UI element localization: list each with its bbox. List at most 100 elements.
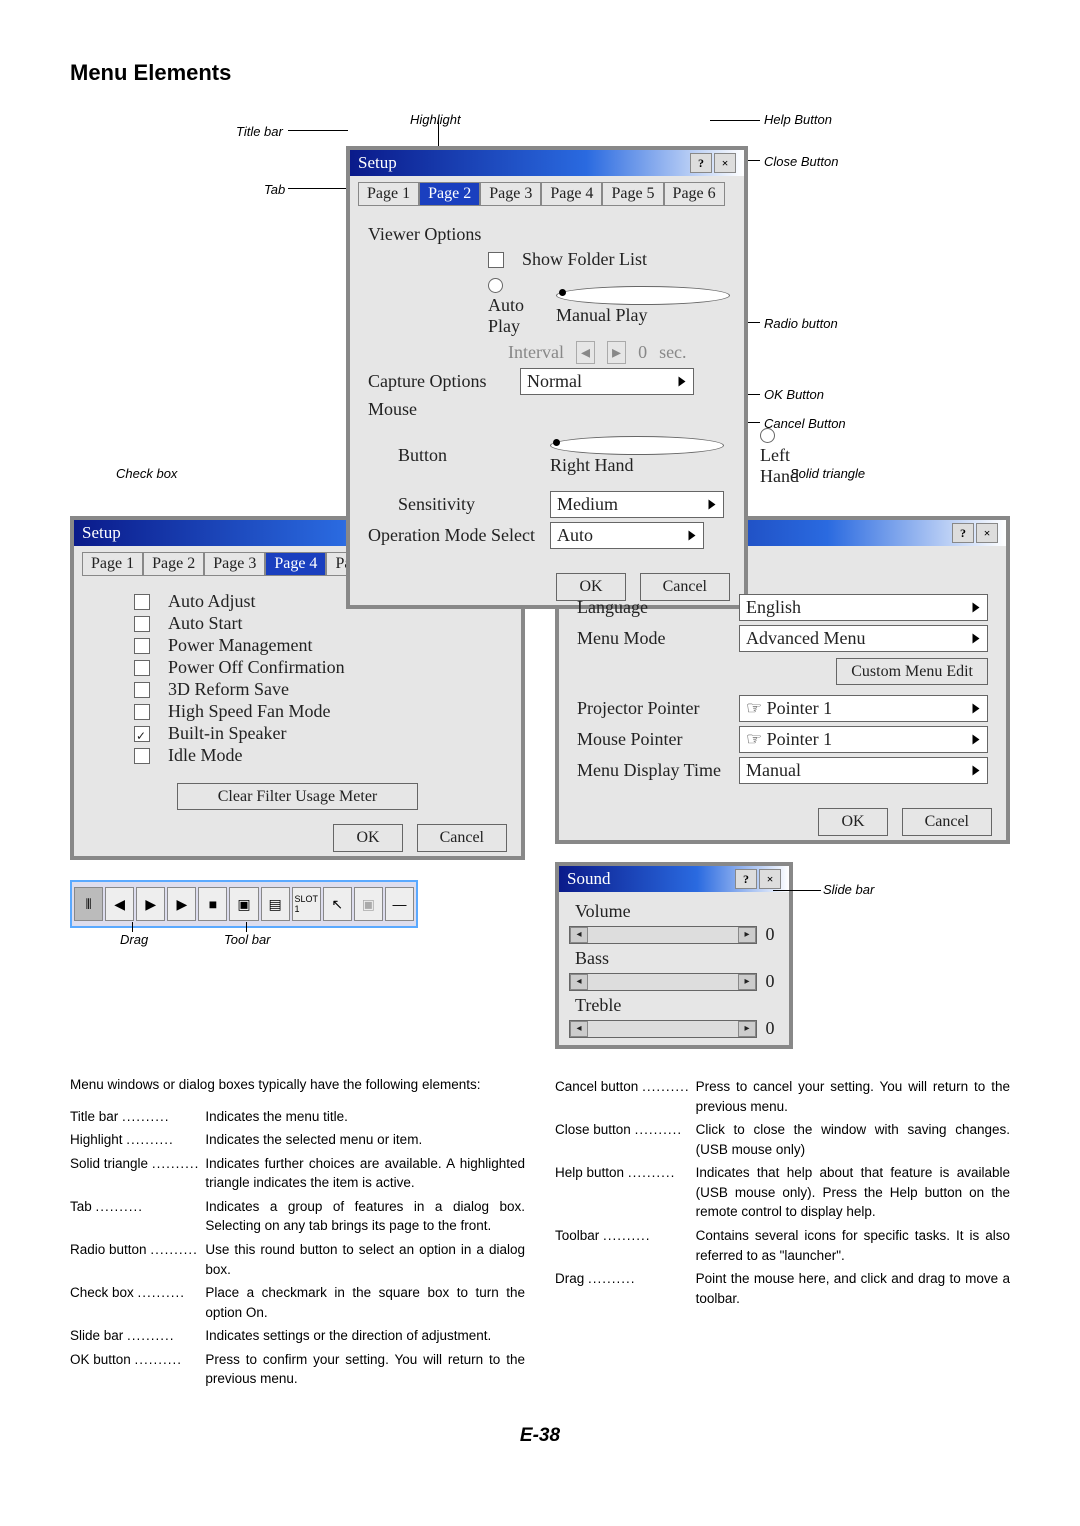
title-bar[interactable]: Setup ? × (350, 150, 744, 176)
slider-label: Bass (575, 948, 779, 969)
custom-menu-edit-button[interactable]: Custom Menu Edit (836, 658, 988, 685)
checkbox[interactable] (134, 616, 150, 632)
show-folder-label: Show Folder List (522, 249, 647, 270)
tab-page2[interactable]: Page 2 (143, 552, 204, 576)
play-icon[interactable]: ▶ (136, 887, 165, 921)
interval-label: Interval (508, 342, 564, 363)
def-term: Radio button .......... (70, 1238, 205, 1281)
close-icon[interactable]: × (714, 153, 736, 173)
slot-icon[interactable]: SLOT1 (292, 887, 321, 921)
arrow-left-icon[interactable]: ◂ (570, 974, 588, 990)
select[interactable]: English (739, 594, 988, 621)
tab-page1[interactable]: Page 1 (358, 182, 419, 206)
show-folder-checkbox[interactable] (488, 252, 504, 268)
windows-icon[interactable]: ▤ (261, 887, 290, 921)
arrow-right-icon[interactable]: ▸ (738, 974, 756, 990)
field-label: Menu Mode (577, 628, 727, 649)
page-title: Menu Elements (70, 60, 1010, 86)
opmode-select[interactable]: Auto (550, 522, 704, 549)
clear-filter-button[interactable]: Clear Filter Usage Meter (177, 783, 419, 810)
checkbox[interactable] (134, 682, 150, 698)
ok-button[interactable]: OK (333, 824, 402, 852)
tab-page3[interactable]: Page 3 (204, 552, 265, 576)
help-icon[interactable]: ? (952, 523, 974, 543)
select[interactable]: ☞ Pointer 1 (739, 726, 988, 753)
checkbox[interactable] (134, 638, 150, 654)
checkbox[interactable] (134, 660, 150, 676)
tab-page3[interactable]: Page 3 (480, 182, 541, 206)
play2-icon[interactable]: ▶ (167, 887, 196, 921)
checkbox-label: Idle Mode (168, 745, 242, 766)
auto-play-radio[interactable] (488, 278, 503, 293)
help-icon[interactable]: ? (690, 153, 712, 173)
ok-button[interactable]: OK (818, 808, 887, 836)
arrow-left-icon[interactable]: ◂ (570, 927, 588, 943)
select-value: ☞ Pointer 1 (746, 698, 832, 719)
manual-play-radio[interactable] (556, 286, 730, 305)
select-value: Advanced Menu (746, 628, 865, 649)
sensitivity-select[interactable]: Medium (550, 491, 724, 518)
label-highlight: Highlight (410, 112, 461, 127)
tab-page6[interactable]: Page 6 (664, 182, 725, 206)
select[interactable]: Manual (739, 757, 988, 784)
page-number: E-38 (70, 1425, 1010, 1447)
capture-select[interactable]: Normal (520, 368, 694, 395)
slider-label: Treble (575, 995, 779, 1016)
sensitivity-label: Sensitivity (368, 494, 538, 515)
left-hand-radio[interactable] (760, 428, 775, 443)
checkbox[interactable] (134, 704, 150, 720)
checkbox[interactable] (134, 594, 150, 610)
def-term: Drag .......... (555, 1267, 696, 1310)
drag-handle-icon[interactable]: ⦀ (74, 887, 103, 921)
close-icon[interactable]: × (976, 523, 998, 543)
cancel-button[interactable]: Cancel (902, 808, 992, 836)
arrow-left-icon[interactable]: ◂ (570, 1021, 588, 1037)
cancel-button[interactable]: Cancel (417, 824, 507, 852)
select[interactable]: ☞ Pointer 1 (739, 695, 988, 722)
chevron-right-icon (973, 704, 980, 714)
viewer-options-label: Viewer Options (368, 224, 508, 245)
slide-bar[interactable]: ◂▸ (569, 973, 757, 991)
interval-value: 0 (638, 342, 647, 363)
title-bar[interactable]: Sound ?× (559, 866, 789, 892)
field-label: Menu Display Time (577, 760, 727, 781)
select[interactable]: Advanced Menu (739, 625, 988, 652)
help-icon[interactable]: ? (735, 869, 757, 889)
label-help: Help Button (764, 112, 832, 127)
pointer-icon[interactable]: ↖ (323, 887, 352, 921)
def-term: Help button .......... (555, 1161, 696, 1224)
prev-icon[interactable]: ◀ (105, 887, 134, 921)
select-value: Manual (746, 760, 801, 781)
def-desc: Press to confirm your setting. You will … (205, 1348, 525, 1391)
minimize-icon[interactable]: — (385, 887, 414, 921)
close-icon[interactable]: × (759, 869, 781, 889)
tab-page4[interactable]: Page 4 (541, 182, 602, 206)
window-icon[interactable]: ▣ (229, 887, 258, 921)
tab-page1[interactable]: Page 1 (82, 552, 143, 576)
checkbox[interactable] (134, 748, 150, 764)
dialog-title: Setup (82, 523, 121, 543)
def-term: Tab .......... (70, 1195, 205, 1238)
def-desc: Indicates the selected menu or item. (205, 1128, 525, 1152)
select-value: ☞ Pointer 1 (746, 729, 832, 750)
arrow-right-icon[interactable]: ▸ (738, 927, 756, 943)
definitions-left: Title bar ..........Indicates the menu t… (70, 1105, 525, 1391)
mouse-button-label: Button (368, 445, 538, 466)
chevron-right-icon (973, 603, 980, 613)
slide-bar[interactable]: ◂▸ (569, 926, 757, 944)
tab-page5[interactable]: Page 5 (602, 182, 663, 206)
checkbox[interactable] (134, 726, 150, 742)
right-hand-radio[interactable] (550, 436, 724, 455)
stop-icon[interactable]: ■ (198, 887, 227, 921)
arrow-right-icon[interactable]: ▸ (738, 1021, 756, 1037)
slide-bar[interactable]: ◂▸ (569, 1020, 757, 1038)
def-term: Highlight .......... (70, 1128, 205, 1152)
opmode-label: Operation Mode Select (368, 525, 538, 546)
def-term: Solid triangle .......... (70, 1152, 205, 1195)
toolbar[interactable]: ⦀ ◀ ▶ ▶ ■ ▣ ▤ SLOT1 ↖ ▣ — (70, 880, 418, 928)
chevron-right-icon (679, 377, 686, 387)
tab-page4[interactable]: Page 4 (265, 552, 326, 576)
def-term: Slide bar .......... (70, 1324, 205, 1348)
tab-page2[interactable]: Page 2 (419, 182, 480, 206)
checkbox-label: Auto Start (168, 613, 243, 634)
